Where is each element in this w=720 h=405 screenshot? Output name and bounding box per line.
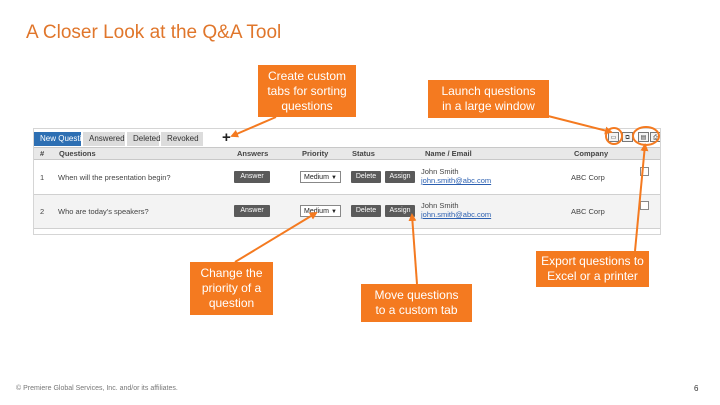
callout-arrows (230, 115, 660, 285)
highlight-export-icons (632, 126, 660, 146)
arrow-move-questions (408, 213, 418, 285)
arrow-custom-tabs (230, 116, 277, 138)
arrow-export (634, 143, 649, 252)
highlight-launch-icon (605, 127, 623, 145)
arrow-launch-window (547, 115, 613, 135)
copyright-footer: © Premiere Global Services, Inc. and/or … (16, 385, 178, 392)
arrow-change-priority (234, 211, 318, 263)
page-number: 6 (694, 384, 699, 393)
